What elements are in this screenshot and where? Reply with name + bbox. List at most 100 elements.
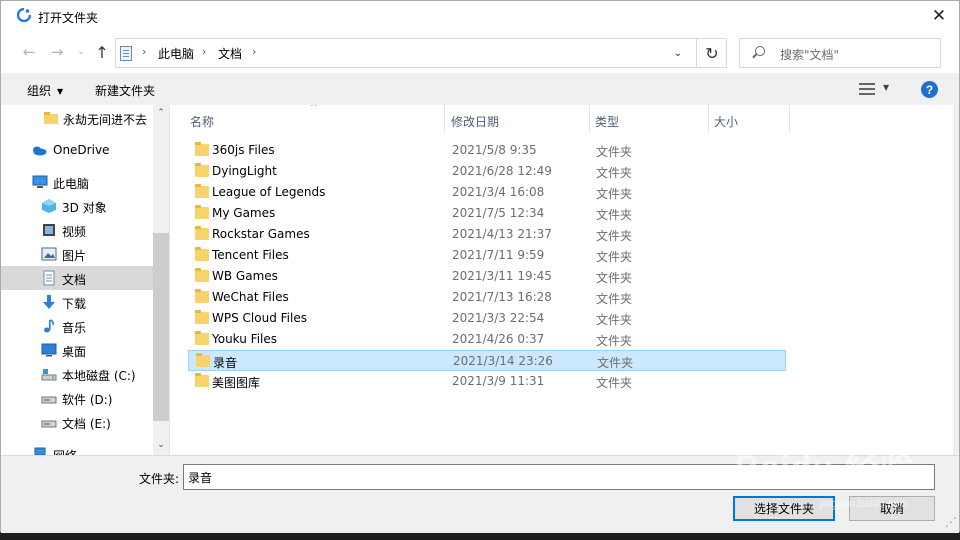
column-header-type[interactable]: 类型	[590, 105, 709, 133]
file-type: 文件夹	[596, 166, 633, 180]
file-row[interactable]: League of Legends 2021/3/4 16:08 文件夹	[188, 182, 786, 203]
new-folder-label: 新建文件夹	[95, 84, 156, 98]
nav-item-network[interactable]: 网络	[1, 442, 153, 455]
cancel-button[interactable]: 取消	[849, 496, 935, 521]
file-row-selected[interactable]: 录音 2021/3/14 23:26 文件夹	[188, 350, 786, 371]
folder-icon	[195, 163, 209, 177]
nav-item-local-disk-c[interactable]: 本地磁盘 (C:)	[1, 362, 153, 386]
file-row[interactable]: Rockstar Games 2021/4/13 21:37 文件夹	[188, 224, 786, 245]
arrow-left-icon: ←	[22, 43, 36, 61]
file-type: 文件夹	[597, 356, 634, 370]
nav-item-label: 永劫无间进不去	[63, 113, 148, 127]
folder-icon	[44, 112, 58, 124]
sort-ascending-icon: ^	[310, 105, 318, 113]
close-button[interactable]: ✕	[919, 1, 959, 31]
folder-icon	[195, 184, 209, 198]
select-folder-button[interactable]: 选择文件夹	[733, 496, 835, 521]
nav-item-label: OneDrive	[53, 143, 110, 157]
scroll-up-button[interactable]: ⌃	[153, 105, 169, 121]
documents-icon	[43, 270, 55, 286]
folder-icon	[195, 289, 209, 303]
file-row[interactable]: 360js Files 2021/5/8 9:35 文件夹	[188, 140, 786, 161]
arrow-right-icon: →	[50, 43, 64, 61]
address-dropdown-button[interactable]: ⌄	[668, 39, 688, 67]
forward-button[interactable]: →	[47, 41, 67, 63]
recent-locations-button[interactable]: ⌄	[71, 41, 91, 63]
search-box[interactable]: 搜索"文档"	[739, 38, 941, 68]
search-icon	[755, 46, 765, 56]
file-row[interactable]: WB Games 2021/3/11 19:45 文件夹	[188, 266, 786, 287]
breadcrumb-documents[interactable]: 文档	[218, 45, 242, 62]
file-row[interactable]: WPS Cloud Files 2021/3/3 22:54 文件夹	[188, 308, 786, 329]
nav-item-documents[interactable]: 文档	[1, 266, 153, 290]
file-type: 文件夹	[596, 208, 633, 222]
column-modified-label: 修改日期	[451, 115, 500, 129]
back-button[interactable]: ←	[19, 41, 39, 63]
breadcrumb-this-pc[interactable]: 此电脑	[158, 45, 194, 62]
up-button[interactable]: ↑	[92, 41, 112, 63]
view-caret-icon[interactable]: ▼	[883, 83, 889, 92]
arrow-up-icon: ↑	[95, 42, 109, 62]
file-row[interactable]: WeChat Files 2021/7/13 16:28 文件夹	[188, 287, 786, 308]
resize-grip[interactable]	[945, 515, 957, 531]
column-header-size[interactable]: 大小	[709, 105, 790, 133]
file-row[interactable]: Youku Files 2021/4/26 0:37 文件夹	[188, 329, 786, 350]
file-row[interactable]: DyingLight 2021/6/28 12:49 文件夹	[188, 161, 786, 182]
help-icon[interactable]: ?	[921, 81, 938, 98]
nav-item-label: 视频	[62, 225, 87, 239]
new-folder-button[interactable]: 新建文件夹	[95, 82, 155, 99]
nav-item-videos[interactable]: 视频	[1, 218, 153, 242]
refresh-button[interactable]: ↻	[696, 39, 727, 67]
chevron-down-icon: ⌄	[77, 47, 85, 57]
nav-item-pictures[interactable]: 图片	[1, 242, 153, 266]
scrollbar-thumb[interactable]	[153, 233, 169, 421]
file-name: Youku Files	[212, 332, 278, 346]
chevron-down-icon: ⌄	[157, 440, 165, 450]
nav-item-downloads[interactable]: 下载	[1, 290, 153, 314]
file-name: Rockstar Games	[212, 227, 310, 241]
nav-item-yongjie[interactable]: 永劫无间进不去	[1, 106, 153, 130]
nav-item-3d-objects[interactable]: 3D 对象	[1, 194, 153, 218]
folder-icon	[195, 373, 209, 387]
file-type: 文件夹	[596, 250, 633, 264]
file-row[interactable]: Tencent Files 2021/7/11 9:59 文件夹	[188, 245, 786, 266]
organize-menu[interactable]: 组织 ▼	[27, 82, 63, 99]
folder-icon	[195, 310, 209, 324]
file-modified: 2021/3/14 23:26	[453, 354, 553, 368]
nav-item-onedrive[interactable]: OneDrive	[1, 138, 153, 162]
file-row[interactable]: My Games 2021/7/5 12:34 文件夹	[188, 203, 786, 224]
address-bar[interactable]: › 此电脑 › 文档 › ⌄ ↻	[115, 38, 727, 68]
file-row[interactable]: 美图图库 2021/3/9 11:31 文件夹	[188, 371, 786, 392]
nav-item-label: 文档 (E:)	[62, 417, 111, 431]
app-logo-icon	[17, 8, 31, 22]
breadcrumb-separator: ›	[202, 45, 207, 58]
toolbar: 组织 ▼ 新建文件夹 ▼ ?	[1, 73, 959, 105]
column-name-label: 名称	[190, 115, 215, 129]
folder-field-label: 文件夹:	[139, 472, 180, 486]
nav-item-this-pc[interactable]: 此电脑	[1, 170, 153, 194]
nav-scrollbar[interactable]: ⌃ ⌄	[153, 105, 169, 455]
nav-item-desktop[interactable]: 桌面	[1, 338, 153, 362]
file-modified: 2021/3/3 22:54	[452, 311, 545, 325]
folder-name-input[interactable]	[183, 464, 935, 490]
folder-icon	[195, 268, 209, 282]
refresh-icon: ↻	[705, 43, 719, 63]
address-row: ← → ⌄ ↑ › 此电脑 › 文档 › ⌄ ↻ 搜索"文档"	[1, 31, 959, 73]
file-modified: 2021/4/26 0:37	[452, 332, 545, 346]
title-bar: 打开文件夹 ✕	[1, 1, 959, 31]
column-header-modified[interactable]: 修改日期	[445, 105, 590, 133]
folder-icon	[196, 353, 210, 367]
file-type: 文件夹	[596, 376, 633, 390]
file-name: Tencent Files	[212, 248, 289, 262]
search-placeholder: 搜索"文档"	[780, 48, 840, 62]
nav-item-label: 下载	[62, 297, 87, 311]
nav-item-music[interactable]: 音乐	[1, 314, 153, 338]
nav-item-drive-e[interactable]: 文档 (E:)	[1, 410, 153, 434]
scroll-down-button[interactable]: ⌄	[153, 437, 169, 453]
file-modified: 2021/7/11 9:59	[452, 248, 545, 262]
3d-objects-icon	[42, 199, 56, 213]
nav-item-drive-d[interactable]: 软件 (D:)	[1, 386, 153, 410]
view-options-icon[interactable]	[859, 83, 875, 95]
column-header-name[interactable]: 名称 ^	[170, 105, 445, 133]
pictures-icon	[41, 247, 57, 261]
